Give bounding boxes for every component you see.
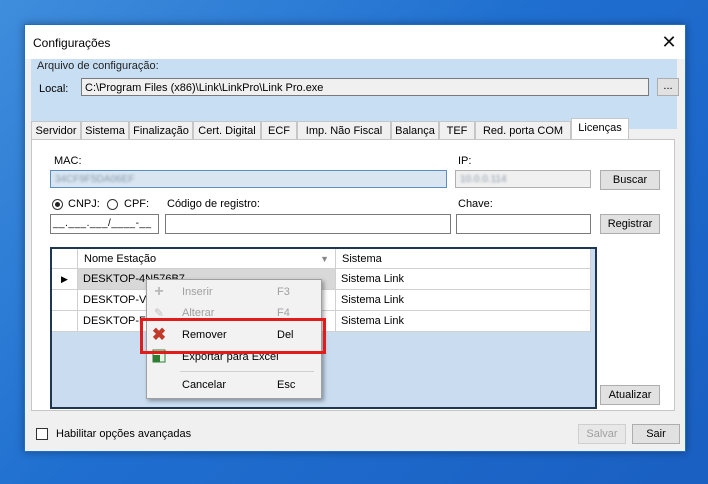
tab-licencas[interactable]: Licenças [571, 118, 629, 139]
row-header-corner [52, 249, 78, 269]
menu-separator [180, 371, 314, 372]
menu-item-cancelar[interactable]: Cancelar Esc [147, 375, 319, 395]
cnpj-mask: __.___.___/____-__ [53, 218, 152, 229]
title-bar[interactable]: Configurações ✕ [25, 25, 685, 59]
cnpj-label: CNPJ: [68, 198, 100, 210]
ip-value: 10.0.0.114 [460, 174, 507, 185]
column-header-label: Nome Estação [84, 253, 157, 265]
tab-imp-nao-fiscal[interactable]: Imp. Não Fiscal [297, 121, 391, 139]
codigo-registro-field[interactable] [165, 214, 451, 234]
menu-item-inserir[interactable]: + Inserir F3 [147, 282, 319, 302]
highlight-box [140, 318, 326, 354]
salvar-button[interactable]: Salvar [578, 424, 626, 444]
tab-finalizacao[interactable]: Finalização [129, 121, 193, 139]
column-header-sistema[interactable]: Sistema [336, 249, 591, 269]
table-cell-system[interactable]: Sistema Link [336, 269, 591, 290]
menu-item-shortcut: Esc [277, 379, 296, 391]
atualizar-button[interactable]: Atualizar [600, 385, 660, 405]
column-header-nome-estacao[interactable]: Nome Estação ▼ [78, 249, 336, 269]
ip-label: IP: [458, 155, 472, 167]
mac-label: MAC: [54, 155, 82, 167]
advanced-options-checkbox[interactable] [36, 428, 48, 440]
config-file-legend: Arquivo de configuração: [37, 60, 159, 72]
registrar-button[interactable]: Registrar [600, 214, 660, 234]
table-cell-system[interactable]: Sistema Link [336, 311, 591, 332]
tab-red-porta-com[interactable]: Red. porta COM [475, 121, 571, 139]
advanced-options-label: Habilitar opções avançadas [56, 428, 192, 440]
tab-cert-digital[interactable]: Cert. Digital [193, 121, 261, 139]
tab-servidor[interactable]: Servidor [31, 121, 81, 139]
table-cell-system[interactable]: Sistema Link [336, 290, 591, 311]
row-header [52, 311, 78, 332]
tab-sistema[interactable]: Sistema [81, 121, 129, 139]
window-title: Configurações [33, 36, 111, 50]
mac-field[interactable]: 34CF9F5DA06EF [50, 170, 447, 188]
current-row-indicator-icon: ▶ [52, 269, 78, 290]
local-path-field[interactable]: C:\Program Files (x86)\Link\LinkPro\Link… [81, 78, 649, 96]
sort-arrow-icon: ▼ [320, 254, 329, 264]
row-header [52, 290, 78, 311]
sair-button[interactable]: Sair [632, 424, 680, 444]
menu-item-shortcut: F3 [277, 286, 290, 298]
buscar-button[interactable]: Buscar [600, 170, 660, 190]
ip-field[interactable]: 10.0.0.114 [455, 170, 591, 188]
mac-value: 34CF9F5DA06EF [55, 174, 135, 185]
chave-label: Chave: [458, 198, 493, 210]
codigo-registro-label: Código de registro: [167, 198, 260, 210]
browse-button[interactable]: ... [657, 78, 679, 96]
menu-item-label: Cancelar [182, 379, 227, 391]
menu-item-label: Inserir [182, 286, 213, 298]
tab-ecf[interactable]: ECF [261, 121, 297, 139]
close-icon[interactable]: ✕ [659, 32, 679, 52]
chave-field[interactable] [456, 214, 591, 234]
cnpj-cpf-field[interactable]: __.___.___/____-__ [50, 214, 159, 234]
tab-tef[interactable]: TEF [439, 121, 475, 139]
cpf-radio[interactable] [107, 199, 118, 210]
plus-icon: + [154, 283, 164, 300]
tab-balanca[interactable]: Balança [391, 121, 439, 139]
cpf-label: CPF: [124, 198, 150, 210]
local-label: Local: [39, 83, 69, 95]
cnpj-radio[interactable] [52, 199, 63, 210]
